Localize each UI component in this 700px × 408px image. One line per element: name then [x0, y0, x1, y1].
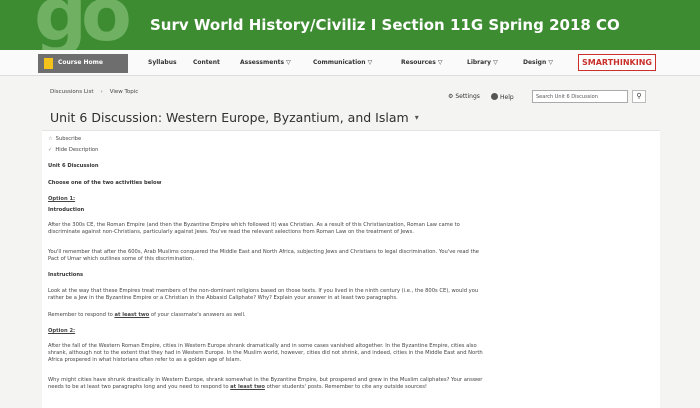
title-menu-caret-icon[interactable]: ▾ — [415, 113, 419, 122]
search-icon[interactable]: ⚲ — [632, 90, 646, 103]
nav-resources[interactable]: Resources ▽ — [401, 59, 443, 66]
go-logo: go — [34, 0, 132, 58]
help-button[interactable]: Help — [491, 93, 514, 101]
intro-paragraph-2-line-2: Pact of Umar which outlines some of this… — [48, 256, 194, 262]
gear-icon: ⚙ — [448, 93, 454, 100]
option-1-heading: Option 1: — [48, 196, 76, 202]
settings-button[interactable]: ⚙ Settings — [448, 93, 480, 100]
smarthinking-link[interactable]: SMARTHINKING — [578, 54, 656, 71]
breadcrumb-current: View Topic — [109, 89, 139, 95]
nav-assessments[interactable]: Assessments ▽ — [240, 59, 291, 66]
option-2-line-1: After the fall of the Western Roman Empi… — [48, 343, 477, 349]
intro-paragraph-1-line-1: After the 300s CE, the Roman Empire (and… — [48, 222, 460, 228]
description-heading: Unit 6 Discussion — [48, 163, 99, 169]
course-title[interactable]: Surv World History/Civiliz I Section 11G… — [150, 16, 620, 34]
why-text-end: other students' posts. Remember to cite … — [264, 384, 428, 390]
subscribe-label: Subscribe — [55, 136, 82, 142]
hide-description-label: Hide Description — [55, 147, 99, 153]
course-banner: go Surv World History/Civiliz I Section … — [0, 0, 700, 58]
instructions-line-1: Look at the way that these Empires treat… — [48, 288, 479, 294]
course-home-label: Course Home — [58, 59, 103, 66]
course-navbar: Course Home Syllabus Content Assessments… — [0, 50, 700, 76]
option-2-line-3: Africa prospered in what historians ofte… — [48, 357, 242, 363]
instructions-heading: Instructions — [48, 272, 84, 278]
remember-text: Remember to respond to — [48, 312, 115, 318]
page-title: Unit 6 Discussion: Western Europe, Byzan… — [50, 110, 419, 125]
chevron-down-icon: ✓ — [48, 147, 53, 153]
course-home-button[interactable]: Course Home — [38, 54, 128, 73]
why-question-line-2: needs to be at least two paragraphs long… — [48, 384, 653, 391]
settings-label: Settings — [455, 93, 480, 100]
intro-paragraph-2-line-1: You'll remember that after the 600s, Ara… — [48, 249, 479, 255]
choose-instruction: Choose one of the two activities below — [48, 180, 162, 186]
nav-syllabus[interactable]: Syllabus — [148, 59, 177, 66]
nav-design[interactable]: Design ▽ — [523, 59, 553, 66]
page-title-text: Unit 6 Discussion: Western Europe, Byzan… — [50, 110, 409, 125]
subscribe-link[interactable]: ☆ Subscribe — [48, 136, 653, 143]
help-label: Help — [500, 94, 514, 101]
instructions-line-2: rather be a Jew in the Byzantine Empire … — [48, 295, 398, 301]
search-input[interactable]: Search Unit 6 Discussion — [532, 90, 628, 103]
star-icon: ☆ — [48, 136, 53, 142]
why-question-line-1: Why might cities have shrunk drastically… — [48, 377, 483, 383]
breadcrumb-separator: › — [100, 89, 103, 95]
remember-emphasis: at least two — [114, 312, 150, 318]
remember-note: Remember to respond to at least two of y… — [48, 312, 653, 319]
hide-description-link[interactable]: ✓ Hide Description — [48, 147, 653, 154]
intro-paragraph-1-line-2: discriminate against non-Christians, par… — [48, 229, 414, 235]
remember-text-end: of your classmate's answers as well. — [149, 312, 246, 318]
why-text: needs to be at least two paragraphs long… — [48, 384, 231, 390]
breadcrumb-discussions-list[interactable]: Discussions List — [50, 89, 93, 95]
nav-library[interactable]: Library ▽ — [467, 59, 498, 66]
topic-description-panel — [42, 130, 660, 408]
nav-content[interactable]: Content — [193, 59, 220, 66]
breadcrumb: Discussions List › View Topic — [50, 89, 138, 95]
help-icon — [491, 93, 498, 100]
option-2-line-2: shrank, although not to the extent that … — [48, 350, 483, 356]
introduction-heading: Introduction — [48, 207, 85, 213]
nav-communication[interactable]: Communication ▽ — [313, 59, 372, 66]
option-2-heading: Option 2: — [48, 328, 76, 334]
home-bar-icon — [44, 58, 53, 69]
why-emphasis: at least two — [230, 384, 265, 390]
